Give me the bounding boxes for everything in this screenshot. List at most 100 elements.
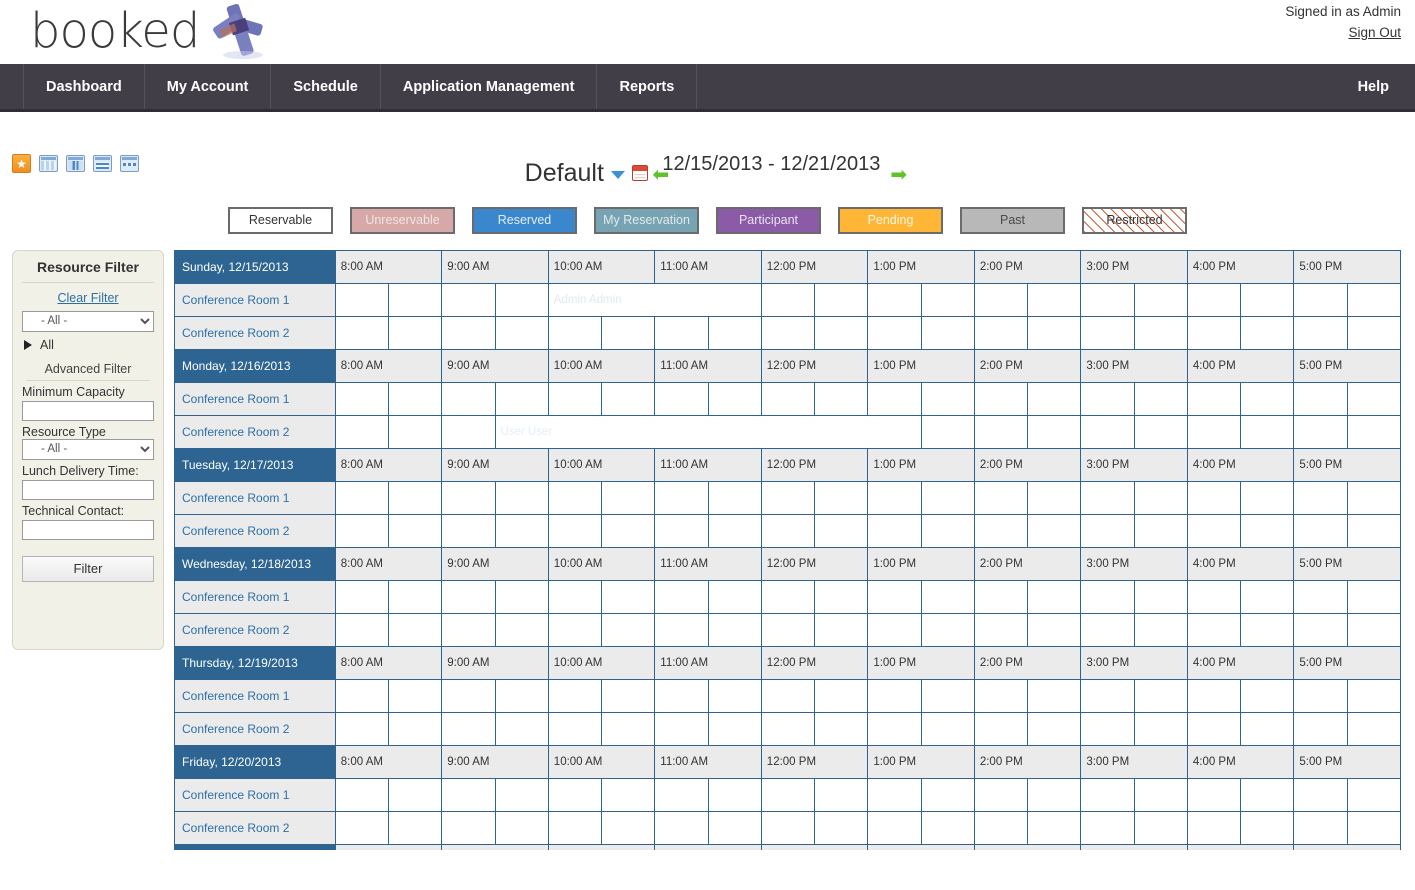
empty-slot-cell[interactable] [1187, 712, 1240, 745]
empty-slot-cell[interactable] [442, 613, 495, 646]
lunch-delivery-input[interactable] [22, 480, 154, 500]
empty-slot-cell[interactable] [974, 481, 1027, 514]
empty-slot-cell[interactable] [442, 382, 495, 415]
empty-slot-cell[interactable] [974, 580, 1027, 613]
empty-slot-cell[interactable] [1081, 811, 1134, 844]
empty-slot-cell[interactable] [815, 316, 868, 349]
empty-slot-cell[interactable] [1081, 712, 1134, 745]
resource-name-cell[interactable]: Conference Room 1 [175, 382, 336, 415]
empty-slot-cell[interactable] [868, 481, 921, 514]
resource-name-cell[interactable]: Conference Room 1 [175, 580, 336, 613]
empty-slot-cell[interactable] [868, 580, 921, 613]
empty-slot-cell[interactable] [602, 514, 655, 547]
empty-slot-cell[interactable] [974, 712, 1027, 745]
sign-out-link[interactable]: Sign Out [1348, 25, 1401, 40]
empty-slot-cell[interactable] [442, 811, 495, 844]
empty-slot-cell[interactable] [708, 316, 761, 349]
nav-item-help[interactable]: Help [1336, 64, 1415, 109]
empty-slot-cell[interactable] [389, 679, 442, 712]
empty-slot-cell[interactable] [1187, 382, 1240, 415]
empty-slot-cell[interactable] [815, 712, 868, 745]
nav-item-reports[interactable]: Reports [597, 64, 697, 109]
logo[interactable]: booked [30, 2, 273, 60]
empty-slot-cell[interactable] [708, 613, 761, 646]
empty-slot-cell[interactable] [1347, 316, 1400, 349]
empty-slot-cell[interactable] [1187, 811, 1240, 844]
empty-slot-cell[interactable] [1241, 811, 1294, 844]
empty-slot-cell[interactable] [1347, 811, 1400, 844]
empty-slot-cell[interactable] [1347, 514, 1400, 547]
resource-name-cell[interactable]: Conference Room 2 [175, 613, 336, 646]
empty-slot-cell[interactable] [1347, 778, 1400, 811]
empty-slot-cell[interactable] [1081, 580, 1134, 613]
empty-slot-cell[interactable] [1028, 283, 1081, 316]
empty-slot-cell[interactable] [1294, 382, 1347, 415]
legend-reservable[interactable]: Reservable [228, 207, 333, 234]
empty-slot-cell[interactable] [1294, 316, 1347, 349]
empty-slot-cell[interactable] [1241, 382, 1294, 415]
empty-slot-cell[interactable] [335, 778, 388, 811]
empty-slot-cell[interactable] [761, 580, 814, 613]
empty-slot-cell[interactable] [495, 382, 548, 415]
empty-slot-cell[interactable] [1134, 679, 1187, 712]
empty-slot-cell[interactable] [974, 811, 1027, 844]
empty-slot-cell[interactable] [548, 382, 601, 415]
legend-reserved[interactable]: Reserved [472, 207, 577, 234]
empty-slot-cell[interactable] [548, 712, 601, 745]
empty-slot-cell[interactable] [1294, 514, 1347, 547]
empty-slot-cell[interactable] [548, 613, 601, 646]
empty-slot-cell[interactable] [655, 679, 708, 712]
empty-slot-cell[interactable] [495, 778, 548, 811]
empty-slot-cell[interactable] [1028, 679, 1081, 712]
nav-item-my-account[interactable]: My Account [145, 64, 272, 109]
empty-slot-cell[interactable] [602, 580, 655, 613]
empty-slot-cell[interactable] [495, 514, 548, 547]
empty-slot-cell[interactable] [1028, 514, 1081, 547]
empty-slot-cell[interactable] [815, 613, 868, 646]
empty-slot-cell[interactable] [1294, 811, 1347, 844]
empty-slot-cell[interactable] [655, 316, 708, 349]
empty-slot-cell[interactable] [1028, 811, 1081, 844]
empty-slot-cell[interactable] [1028, 613, 1081, 646]
empty-slot-cell[interactable] [602, 712, 655, 745]
empty-slot-cell[interactable] [442, 712, 495, 745]
empty-slot-cell[interactable] [1134, 316, 1187, 349]
empty-slot-cell[interactable] [335, 811, 388, 844]
empty-slot-cell[interactable] [442, 679, 495, 712]
empty-slot-cell[interactable] [761, 316, 814, 349]
empty-slot-cell[interactable] [335, 316, 388, 349]
empty-slot-cell[interactable] [495, 679, 548, 712]
filter-button[interactable]: Filter [22, 556, 154, 582]
empty-slot-cell[interactable] [442, 514, 495, 547]
empty-slot-cell[interactable] [1294, 481, 1347, 514]
empty-slot-cell[interactable] [1028, 316, 1081, 349]
empty-slot-cell[interactable] [921, 382, 974, 415]
reservation-block[interactable]: Admin Admin [548, 283, 761, 316]
empty-slot-cell[interactable] [1347, 679, 1400, 712]
empty-slot-cell[interactable] [1134, 514, 1187, 547]
resource-name-cell[interactable]: Conference Room 2 [175, 415, 336, 448]
empty-slot-cell[interactable] [1294, 283, 1347, 316]
nav-item-schedule[interactable]: Schedule [271, 64, 380, 109]
empty-slot-cell[interactable] [708, 481, 761, 514]
empty-slot-cell[interactable] [868, 613, 921, 646]
empty-slot-cell[interactable] [335, 283, 388, 316]
empty-slot-cell[interactable] [1028, 712, 1081, 745]
empty-slot-cell[interactable] [815, 382, 868, 415]
empty-slot-cell[interactable] [1241, 778, 1294, 811]
empty-slot-cell[interactable] [974, 778, 1027, 811]
empty-slot-cell[interactable] [921, 580, 974, 613]
empty-slot-cell[interactable] [335, 679, 388, 712]
resource-tree-root[interactable]: All [24, 338, 154, 352]
empty-slot-cell[interactable] [1081, 514, 1134, 547]
nav-item-application-management[interactable]: Application Management [381, 64, 598, 109]
empty-slot-cell[interactable] [1187, 778, 1240, 811]
empty-slot-cell[interactable] [495, 712, 548, 745]
empty-slot-cell[interactable] [1081, 415, 1134, 448]
legend-participant[interactable]: Participant [716, 207, 821, 234]
empty-slot-cell[interactable] [1028, 778, 1081, 811]
empty-slot-cell[interactable] [708, 712, 761, 745]
empty-slot-cell[interactable] [761, 613, 814, 646]
empty-slot-cell[interactable] [495, 580, 548, 613]
empty-slot-cell[interactable] [974, 613, 1027, 646]
